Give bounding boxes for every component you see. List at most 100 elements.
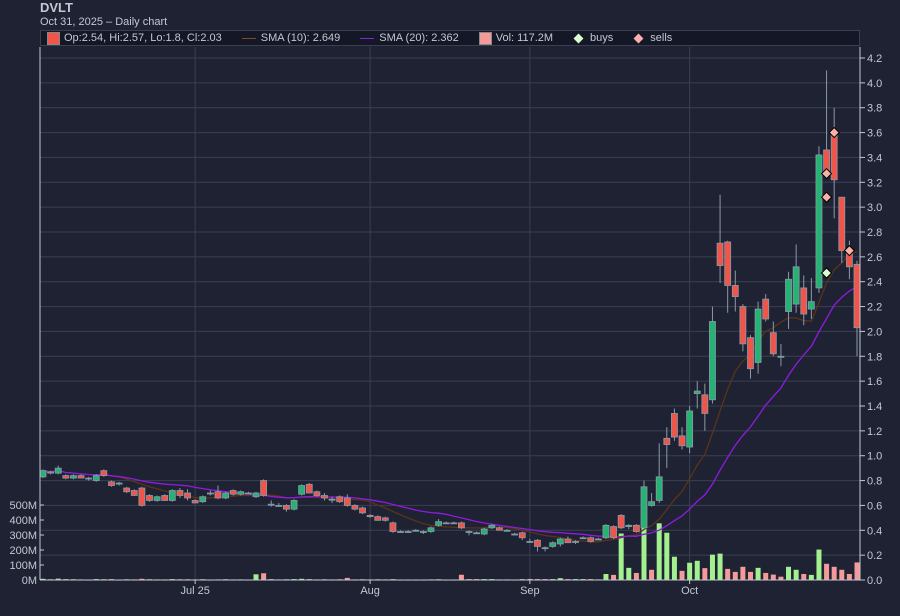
candle[interactable] xyxy=(374,515,382,521)
legend-sma10[interactable]: SMA (10): 2.649 xyxy=(241,32,340,44)
candle[interactable] xyxy=(366,514,374,518)
candle[interactable] xyxy=(427,526,435,533)
candle[interactable] xyxy=(283,504,290,512)
candle[interactable] xyxy=(343,494,351,507)
candle[interactable] xyxy=(115,481,123,486)
candle[interactable] xyxy=(146,494,153,502)
candle[interactable] xyxy=(716,194,724,283)
candle[interactable] xyxy=(419,530,427,535)
candle[interactable] xyxy=(610,525,617,539)
volume-bar[interactable] xyxy=(824,563,830,580)
legend-sma20[interactable]: SMA (20): 2.362 xyxy=(360,32,459,44)
candle[interactable] xyxy=(206,490,214,496)
candle[interactable] xyxy=(199,495,207,503)
candle[interactable] xyxy=(184,489,191,501)
candle[interactable] xyxy=(800,275,808,326)
candle[interactable] xyxy=(503,529,511,532)
candle[interactable] xyxy=(351,504,359,511)
candle[interactable] xyxy=(465,530,473,536)
candle[interactable] xyxy=(298,484,306,496)
volume-bar[interactable] xyxy=(603,574,609,580)
candle[interactable] xyxy=(785,271,792,329)
candle[interactable] xyxy=(579,536,587,540)
volume-bar[interactable] xyxy=(755,567,761,580)
candle[interactable] xyxy=(70,474,77,480)
candle[interactable] xyxy=(222,491,229,500)
candle[interactable] xyxy=(518,531,526,541)
volume-bar[interactable] xyxy=(717,553,723,580)
volume-bar[interactable] xyxy=(846,574,852,580)
candle[interactable] xyxy=(754,301,762,374)
candle[interactable] xyxy=(815,146,823,293)
candle[interactable] xyxy=(435,519,442,527)
candle[interactable] xyxy=(640,480,648,530)
volume-bar[interactable] xyxy=(801,574,807,580)
candle[interactable] xyxy=(709,306,716,404)
volume-bar[interactable] xyxy=(709,554,715,580)
volume-bar[interactable] xyxy=(816,549,822,580)
candle[interactable] xyxy=(305,483,313,494)
volume-bar[interactable] xyxy=(261,573,267,580)
volume-bar[interactable] xyxy=(831,566,837,580)
candle[interactable] xyxy=(655,443,663,503)
candle[interactable] xyxy=(92,474,100,482)
candle[interactable] xyxy=(389,521,397,533)
volume-bar[interactable] xyxy=(793,569,799,580)
volume-bar[interactable] xyxy=(740,566,746,580)
candle[interactable] xyxy=(62,474,70,480)
volume-bar[interactable] xyxy=(253,574,259,580)
candle[interactable] xyxy=(632,524,640,533)
volume-bar[interactable] xyxy=(725,568,731,580)
candle[interactable] xyxy=(762,294,770,322)
candle[interactable] xyxy=(480,527,488,536)
candle[interactable] xyxy=(381,516,389,522)
candle[interactable] xyxy=(245,491,252,495)
candle[interactable] xyxy=(336,495,344,503)
candle[interactable] xyxy=(237,490,245,496)
candle[interactable] xyxy=(450,521,458,525)
sell-marker[interactable] xyxy=(843,244,856,257)
candle[interactable] xyxy=(176,488,184,498)
price-chart[interactable]: 0.0 0.2 0.4 0.6 0.8 1.0 1.2 1.4 1.6 1.8 2.0 2.2 2.4 2… xyxy=(0,0,900,616)
sell-marker[interactable] xyxy=(828,126,840,139)
candle[interactable] xyxy=(777,343,785,367)
candle[interactable] xyxy=(823,70,830,179)
candle[interactable] xyxy=(252,491,260,498)
candle[interactable] xyxy=(85,476,93,481)
legend-volume[interactable]: Vol: 117.2M xyxy=(478,31,553,45)
candle[interactable] xyxy=(100,469,108,477)
candle[interactable] xyxy=(724,240,732,313)
volume-bar[interactable] xyxy=(854,562,860,580)
candle[interactable] xyxy=(313,490,321,497)
candle[interactable] xyxy=(549,541,557,548)
candle[interactable] xyxy=(747,335,754,379)
sell-marker[interactable] xyxy=(820,167,833,180)
volume-bar[interactable] xyxy=(694,560,700,580)
candle[interactable] xyxy=(625,524,633,530)
candle[interactable] xyxy=(602,524,610,539)
candle[interactable] xyxy=(161,494,169,501)
candle[interactable] xyxy=(442,521,450,525)
candle[interactable] xyxy=(648,493,655,507)
candle[interactable] xyxy=(458,521,465,530)
legend-sells[interactable]: sells xyxy=(633,32,672,44)
volume-bar[interactable] xyxy=(626,567,632,580)
volume-bar[interactable] xyxy=(664,532,670,580)
candle[interactable] xyxy=(853,260,861,357)
candle[interactable] xyxy=(830,107,838,219)
candle[interactable] xyxy=(617,514,625,530)
candle[interactable] xyxy=(556,537,564,547)
candle[interactable] xyxy=(686,406,694,454)
volume-bar[interactable] xyxy=(618,533,624,581)
candle[interactable] xyxy=(564,536,572,544)
legend-buys[interactable]: buys xyxy=(573,32,613,44)
candle[interactable] xyxy=(130,489,138,496)
volume-bar[interactable] xyxy=(611,574,617,580)
candle[interactable] xyxy=(54,465,62,475)
volume-bar[interactable] xyxy=(649,569,655,580)
candle[interactable] xyxy=(191,499,199,504)
candle[interactable] xyxy=(290,499,298,511)
candle[interactable] xyxy=(731,270,739,312)
candle[interactable] xyxy=(39,469,47,479)
candle[interactable] xyxy=(807,277,815,319)
